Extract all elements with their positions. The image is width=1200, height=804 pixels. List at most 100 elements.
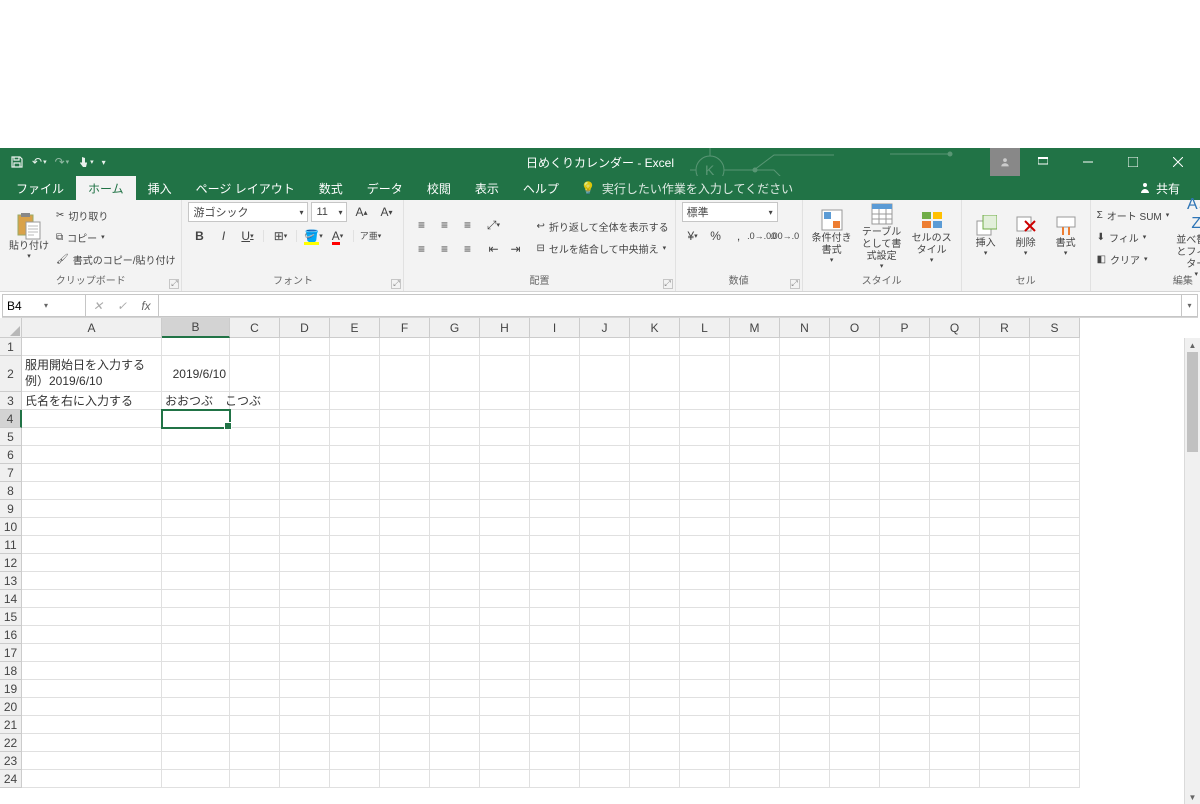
- cell-M5[interactable]: [730, 428, 780, 446]
- cell-S2[interactable]: [1030, 356, 1080, 392]
- cell-I8[interactable]: [530, 482, 580, 500]
- cell-E22[interactable]: [330, 734, 380, 752]
- cell-G8[interactable]: [430, 482, 480, 500]
- tab-data[interactable]: データ: [355, 176, 415, 200]
- cell-D15[interactable]: [280, 608, 330, 626]
- cell-B10[interactable]: [162, 518, 230, 536]
- column-header[interactable]: L: [680, 318, 730, 338]
- tell-me-search[interactable]: 💡 実行したい作業を入力してください: [571, 176, 793, 200]
- cell-O17[interactable]: [830, 644, 880, 662]
- row-header[interactable]: 16: [0, 626, 22, 644]
- cell-S3[interactable]: [1030, 392, 1080, 410]
- cell-P6[interactable]: [880, 446, 930, 464]
- cell-G5[interactable]: [430, 428, 480, 446]
- cell-D4[interactable]: [280, 410, 330, 428]
- cell-O15[interactable]: [830, 608, 880, 626]
- cell-J23[interactable]: [580, 752, 630, 770]
- cell-A9[interactable]: [22, 500, 162, 518]
- cell-J12[interactable]: [580, 554, 630, 572]
- cell-N15[interactable]: [780, 608, 830, 626]
- cell-P3[interactable]: [880, 392, 930, 410]
- cell-K1[interactable]: [630, 338, 680, 356]
- paste-button[interactable]: 貼り付け ▾: [6, 204, 52, 270]
- row-header[interactable]: 4: [0, 410, 22, 428]
- cell-L15[interactable]: [680, 608, 730, 626]
- cell-I17[interactable]: [530, 644, 580, 662]
- column-header[interactable]: I: [530, 318, 580, 338]
- cell-L23[interactable]: [680, 752, 730, 770]
- cell-D8[interactable]: [280, 482, 330, 500]
- cell-I20[interactable]: [530, 698, 580, 716]
- cell-M24[interactable]: [730, 770, 780, 788]
- cell-G9[interactable]: [430, 500, 480, 518]
- cell-Q5[interactable]: [930, 428, 980, 446]
- name-box[interactable]: B4▾: [2, 294, 86, 317]
- cell-E6[interactable]: [330, 446, 380, 464]
- cell-O16[interactable]: [830, 626, 880, 644]
- cell-F21[interactable]: [380, 716, 430, 734]
- dialog-launcher-icon[interactable]: ⤢: [663, 279, 673, 289]
- cell-D7[interactable]: [280, 464, 330, 482]
- close-icon[interactable]: [1155, 148, 1200, 176]
- cell-R3[interactable]: [980, 392, 1030, 410]
- cell-Q14[interactable]: [930, 590, 980, 608]
- cell-K12[interactable]: [630, 554, 680, 572]
- cell-H2[interactable]: [480, 356, 530, 392]
- cell-R10[interactable]: [980, 518, 1030, 536]
- column-header[interactable]: D: [280, 318, 330, 338]
- cell-G2[interactable]: [430, 356, 480, 392]
- cell-L4[interactable]: [680, 410, 730, 428]
- cell-B7[interactable]: [162, 464, 230, 482]
- cell-H3[interactable]: [480, 392, 530, 410]
- cell-B16[interactable]: [162, 626, 230, 644]
- cell-E8[interactable]: [330, 482, 380, 500]
- cell-I6[interactable]: [530, 446, 580, 464]
- cell-R11[interactable]: [980, 536, 1030, 554]
- cell-I14[interactable]: [530, 590, 580, 608]
- cell-L6[interactable]: [680, 446, 730, 464]
- cell-B9[interactable]: [162, 500, 230, 518]
- cell-A17[interactable]: [22, 644, 162, 662]
- cell-C3[interactable]: [230, 392, 280, 410]
- cell-D14[interactable]: [280, 590, 330, 608]
- cell-F11[interactable]: [380, 536, 430, 554]
- cell-M18[interactable]: [730, 662, 780, 680]
- delete-cells-button[interactable]: 削除▾: [1008, 204, 1044, 270]
- cell-E1[interactable]: [330, 338, 380, 356]
- cell-H8[interactable]: [480, 482, 530, 500]
- cell-O3[interactable]: [830, 392, 880, 410]
- cell-I2[interactable]: [530, 356, 580, 392]
- cell-P10[interactable]: [880, 518, 930, 536]
- conditional-formatting-button[interactable]: 条件付き書式▾: [809, 204, 855, 270]
- row-header[interactable]: 7: [0, 464, 22, 482]
- cell-E2[interactable]: [330, 356, 380, 392]
- cell-P1[interactable]: [880, 338, 930, 356]
- cell-F13[interactable]: [380, 572, 430, 590]
- cell-N7[interactable]: [780, 464, 830, 482]
- sort-filter-button[interactable]: A↓Z並べ替えとフィルター▾: [1173, 204, 1200, 270]
- cell-D21[interactable]: [280, 716, 330, 734]
- cell-P23[interactable]: [880, 752, 930, 770]
- cell-F19[interactable]: [380, 680, 430, 698]
- cell-R9[interactable]: [980, 500, 1030, 518]
- cell-J1[interactable]: [580, 338, 630, 356]
- cell-I10[interactable]: [530, 518, 580, 536]
- share-button[interactable]: 共有: [1122, 176, 1196, 200]
- cell-D24[interactable]: [280, 770, 330, 788]
- cell-N23[interactable]: [780, 752, 830, 770]
- cell-Q9[interactable]: [930, 500, 980, 518]
- cell-O13[interactable]: [830, 572, 880, 590]
- cell-A22[interactable]: [22, 734, 162, 752]
- cell-I15[interactable]: [530, 608, 580, 626]
- cell-C13[interactable]: [230, 572, 280, 590]
- cell-L1[interactable]: [680, 338, 730, 356]
- column-header[interactable]: G: [430, 318, 480, 338]
- cell-Q22[interactable]: [930, 734, 980, 752]
- cell-A11[interactable]: [22, 536, 162, 554]
- cell-J17[interactable]: [580, 644, 630, 662]
- accounting-format-icon[interactable]: ¥▾: [682, 226, 704, 246]
- cell-P9[interactable]: [880, 500, 930, 518]
- tab-help[interactable]: ヘルプ: [511, 176, 571, 200]
- cell-A14[interactable]: [22, 590, 162, 608]
- cell-G1[interactable]: [430, 338, 480, 356]
